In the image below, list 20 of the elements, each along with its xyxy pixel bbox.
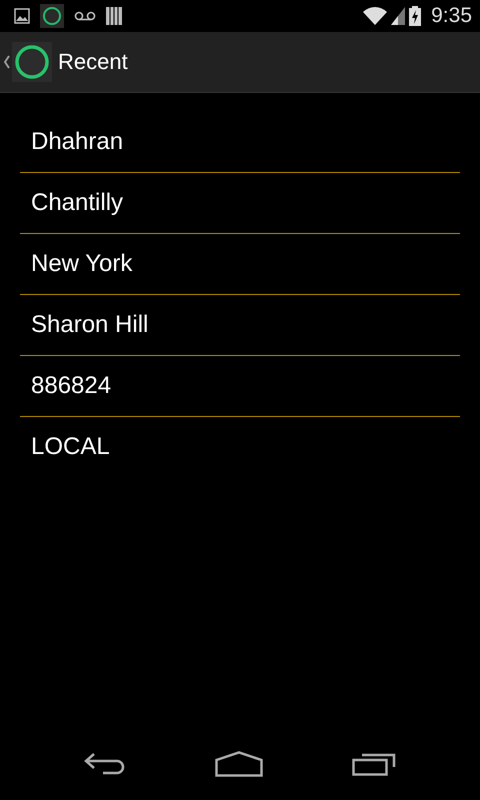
list-item[interactable]: Chantilly (20, 173, 460, 234)
image-icon (14, 8, 30, 24)
back-icon[interactable] (84, 752, 126, 776)
recent-apps-icon[interactable] (352, 752, 396, 776)
home-icon[interactable] (214, 751, 263, 777)
screen-title: Recent (58, 49, 128, 75)
bars-icon (106, 7, 122, 25)
list-item[interactable]: 886824 (20, 356, 460, 417)
signal-icon (391, 7, 406, 25)
list-item[interactable]: Dhahran (20, 112, 460, 173)
ring-icon (12, 42, 52, 82)
battery-icon (409, 6, 422, 26)
voicemail-icon (74, 10, 96, 22)
list-item[interactable]: LOCAL (20, 417, 460, 477)
clock-time: 9:35 (431, 4, 472, 28)
caret-icon (4, 55, 10, 69)
wifi-icon (363, 7, 388, 25)
list-item[interactable]: Sharon Hill (20, 295, 460, 356)
list-item[interactable]: New York (20, 234, 460, 295)
ring-icon (40, 4, 64, 28)
